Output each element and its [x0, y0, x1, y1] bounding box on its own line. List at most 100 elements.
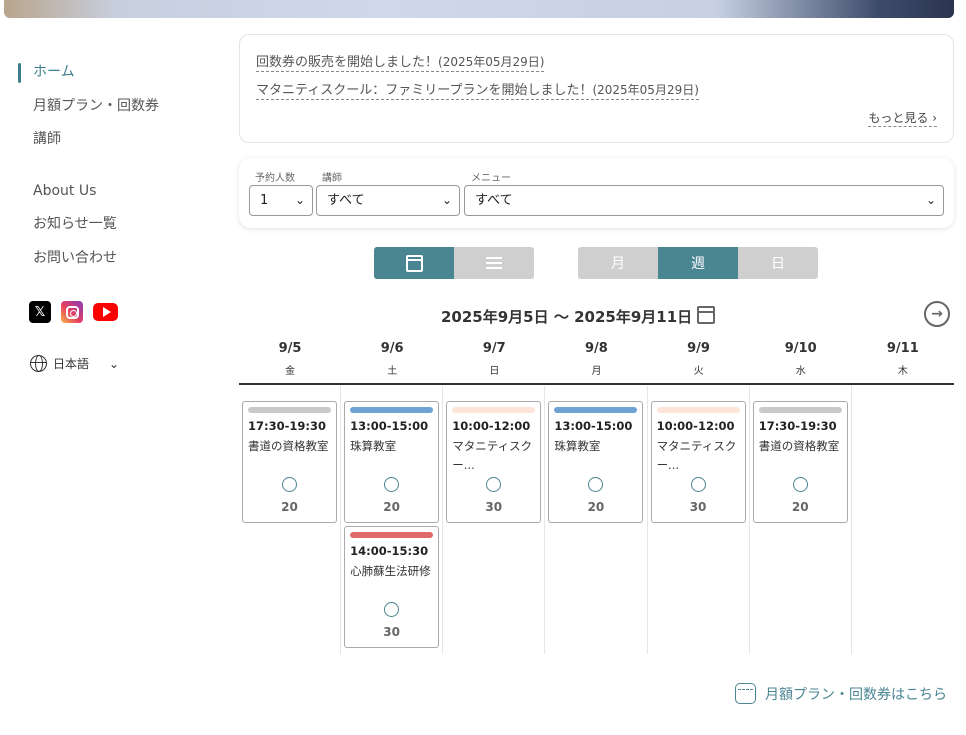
plans-link-label: 月額プラン・回数券はこちら: [765, 686, 947, 703]
news-text: マタニティスクール：ファミリープランを開始しました！: [256, 83, 593, 98]
day-date: 9/11: [886, 341, 919, 356]
social-links: 𝕏: [29, 301, 118, 323]
sidebar-item-plans[interactable]: 月額プラン・回数券: [18, 92, 218, 126]
category-color-bar: [350, 532, 434, 538]
instagram-icon[interactable]: [61, 301, 83, 323]
week-button[interactable]: 週: [658, 247, 738, 279]
chevron-right-icon: ›: [932, 111, 937, 125]
day-weekday: 火: [693, 366, 704, 377]
event-card[interactable]: 14:00-15:30 心肺蘇生法研修 30: [344, 526, 440, 648]
youtube-icon[interactable]: [93, 303, 118, 321]
sidebar-item-instructors[interactable]: 講師: [18, 125, 218, 159]
day-header: 9/10 水: [750, 341, 852, 383]
language-label: 日本語: [53, 357, 90, 371]
sidebar-item-home[interactable]: ホーム: [18, 58, 218, 92]
day-weekday: 木: [897, 366, 908, 377]
sidebar-item-about[interactable]: About Us: [18, 177, 218, 211]
event-time: 14:00-15:30: [350, 544, 429, 558]
event-card[interactable]: 13:00-15:00 珠算教室 20: [548, 401, 644, 523]
event-title: マタニティスクー...: [452, 439, 533, 472]
category-color-bar: [656, 407, 740, 413]
event-time: 13:00-15:00: [350, 419, 429, 433]
availability-circle-icon: [690, 477, 706, 492]
event-title: 珠算教室: [554, 439, 601, 453]
event-capacity: 20: [587, 500, 605, 514]
day-date: 9/8: [585, 341, 608, 356]
event-title: 書道の資格教室: [758, 439, 840, 453]
day-weekday: 土: [387, 366, 398, 377]
people-select[interactable]: 1 ⌄: [249, 185, 313, 216]
calendar-view-button[interactable]: [374, 247, 454, 279]
sidebar-item-contact[interactable]: お問い合わせ: [18, 244, 218, 278]
event-title: 心肺蘇生法研修: [350, 564, 431, 578]
instructor-value: すべて: [327, 193, 365, 208]
day-header: 9/8 月: [545, 341, 647, 383]
day-date: 9/9: [687, 341, 710, 356]
availability-circle-icon: [384, 477, 400, 492]
category-color-bar: [248, 407, 331, 413]
globe-icon: [30, 355, 47, 372]
menu-value: すべて: [475, 193, 513, 208]
people-label: 予約人数: [255, 173, 295, 184]
event-card[interactable]: 17:30-19:30 書道の資格教室 20: [242, 401, 337, 523]
list-icon: [486, 257, 502, 269]
availability-circle-icon: [486, 477, 502, 492]
event-capacity: 20: [383, 500, 400, 514]
category-color-bar: [350, 407, 434, 413]
more-news-link[interactable]: もっと見る ›: [868, 109, 937, 127]
availability-circle-icon: [588, 477, 604, 492]
availability-circle-icon: [282, 477, 297, 492]
x-icon[interactable]: 𝕏: [29, 301, 51, 323]
event-time: 17:30-19:30: [248, 419, 326, 433]
availability-circle-icon: [384, 602, 400, 617]
schedule-grid: 17:30-19:30 書道の資格教室 20 13:00-15:00 珠算教室 20 14:…: [239, 386, 954, 654]
day-weekday: 月: [591, 366, 602, 377]
day-header: 9/5 金: [239, 341, 341, 383]
news-item[interactable]: 回数券の販売を開始しました！(2025年05月29日): [256, 51, 545, 72]
sidebar-item-news[interactable]: お知らせ一覧: [18, 210, 218, 244]
event-card[interactable]: 10:00-12:00 マタニティスクー... 30: [650, 401, 746, 523]
event-title: 珠算教室: [350, 439, 397, 453]
day-button[interactable]: 日: [738, 247, 818, 279]
day-header: 9/11 木: [852, 341, 954, 383]
day-header: 9/7 日: [443, 341, 545, 383]
month-button[interactable]: 月: [578, 247, 658, 279]
event-capacity: 30: [485, 500, 503, 514]
event-time: 13:00-15:00: [554, 419, 633, 433]
more-label: もっと見る: [868, 111, 929, 125]
plans-link[interactable]: 月額プラン・回数券はこちら: [735, 683, 947, 704]
event-capacity: 20: [791, 500, 809, 514]
day-date: 9/5: [278, 341, 302, 356]
language-selector[interactable]: 日本語 ⌄: [30, 355, 119, 372]
filter-bar: 予約人数 1 ⌄ 講師 すべて ⌄ メニュー すべて ⌄: [239, 158, 954, 228]
list-view-button[interactable]: [454, 247, 534, 279]
news-date: (2025年05月29日): [438, 55, 545, 69]
event-title: マタニティスクー...: [656, 439, 737, 472]
event-card[interactable]: 13:00-15:00 珠算教室 20: [344, 401, 440, 523]
event-card[interactable]: 10:00-12:00 マタニティスクー... 30: [446, 401, 542, 523]
news-date: (2025年05月29日): [592, 83, 699, 97]
menu-select[interactable]: すべて ⌄: [464, 185, 944, 216]
day-column: [852, 386, 954, 654]
hero-image: [4, 0, 954, 18]
news-text: 回数券の販売を開始しました！: [256, 55, 439, 70]
event-capacity: 30: [383, 625, 400, 639]
calendar-icon: [405, 254, 423, 272]
next-week-icon[interactable]: →: [924, 301, 950, 327]
day-column: 13:00-15:00 珠算教室 20: [545, 386, 648, 654]
day-weekday: 日: [489, 366, 500, 377]
event-card[interactable]: 17:30-19:30 書道の資格教室 20: [752, 401, 848, 523]
nav-divider-space: [18, 159, 218, 177]
day-header: 9/9 火: [648, 341, 750, 383]
instructor-select[interactable]: すべて ⌄: [316, 185, 460, 216]
day-column: 17:30-19:30 書道の資格教室 20: [239, 386, 342, 654]
people-value: 1: [260, 193, 269, 208]
news-box: 回数券の販売を開始しました！(2025年05月29日) マタニティスクール：ファ…: [239, 34, 954, 143]
ticket-icon: [735, 683, 756, 704]
menu-label: メニュー: [471, 173, 511, 184]
calendar-icon[interactable]: [697, 306, 715, 324]
availability-circle-icon: [792, 477, 808, 492]
event-capacity: 20: [281, 500, 298, 514]
view-toggle: [374, 247, 534, 279]
news-item[interactable]: マタニティスクール：ファミリープランを開始しました！(2025年05月29日): [256, 79, 699, 100]
